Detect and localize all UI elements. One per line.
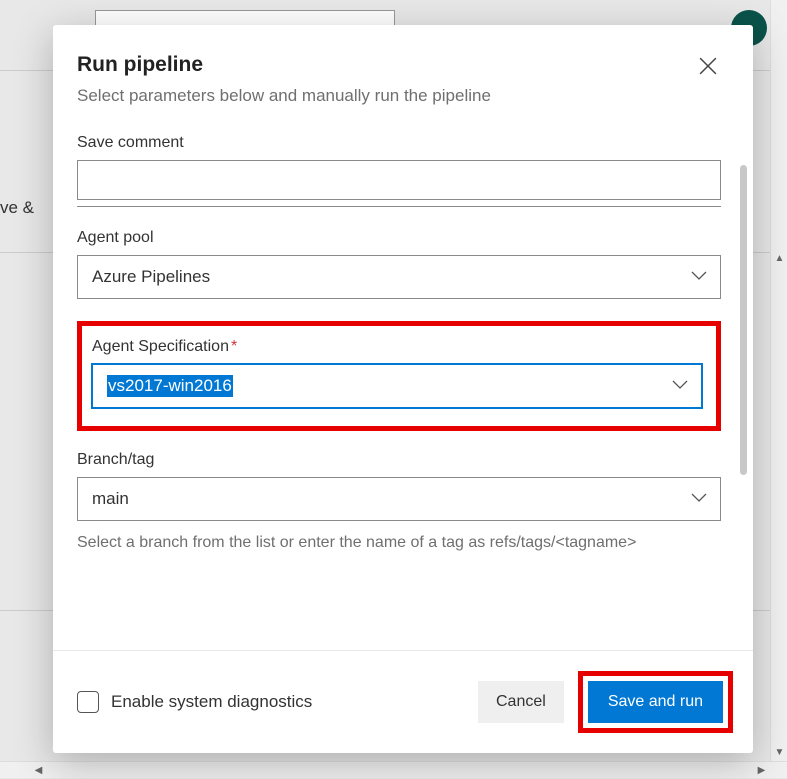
close-icon — [699, 57, 717, 75]
close-button[interactable] — [695, 53, 721, 82]
bg-text-fragment: ve & — [0, 198, 34, 218]
cancel-button[interactable]: Cancel — [478, 681, 564, 723]
agent-spec-highlight-box: Agent Specification* vs2017-win2016 — [77, 321, 721, 431]
run-pipeline-modal: Run pipeline Select parameters below and… — [53, 25, 753, 753]
field-agent-pool: Agent pool Azure Pipelines — [77, 229, 721, 299]
agent-pool-value: Azure Pipelines — [92, 267, 210, 287]
save-comment-input[interactable] — [77, 160, 721, 200]
branch-label: Branch/tag — [77, 451, 721, 469]
agent-spec-value: vs2017-win2016 — [107, 375, 233, 397]
branch-helper-text: Select a branch from the list or enter t… — [77, 531, 721, 556]
agent-pool-select[interactable]: Azure Pipelines — [77, 255, 721, 299]
agent-spec-select[interactable]: vs2017-win2016 — [92, 364, 702, 408]
modal-footer: Enable system diagnostics Cancel Save an… — [53, 650, 753, 753]
modal-subtitle: Select parameters below and manually run… — [77, 86, 721, 106]
save-comment-label: Save comment — [77, 134, 721, 152]
agent-spec-label: Agent Specification* — [92, 338, 702, 356]
input-underline — [77, 206, 721, 207]
diagnostics-label: Enable system diagnostics — [111, 692, 312, 712]
scroll-down-icon[interactable]: ▼ — [771, 744, 787, 761]
save-run-highlight-box: Save and run — [578, 671, 733, 733]
branch-value: main — [92, 489, 129, 509]
scroll-up-icon[interactable]: ▲ — [771, 250, 787, 267]
modal-title: Run pipeline — [77, 53, 203, 77]
agent-pool-label: Agent pool — [77, 229, 721, 247]
field-branch: Branch/tag main Select a branch from the… — [77, 451, 721, 556]
bg-scrollbar-horizontal[interactable]: ◀ ▶ — [0, 761, 787, 778]
diagnostics-checkbox[interactable] — [77, 691, 99, 713]
save-and-run-button[interactable]: Save and run — [588, 681, 723, 723]
modal-scrollbar[interactable] — [740, 165, 747, 475]
required-indicator: * — [231, 338, 237, 355]
field-save-comment: Save comment — [77, 134, 721, 207]
branch-select[interactable]: main — [77, 477, 721, 521]
scroll-left-icon[interactable]: ◀ — [30, 762, 47, 779]
scroll-right-icon[interactable]: ▶ — [753, 762, 770, 779]
bg-scrollbar-vertical[interactable]: ▲ ▼ — [770, 0, 787, 778]
